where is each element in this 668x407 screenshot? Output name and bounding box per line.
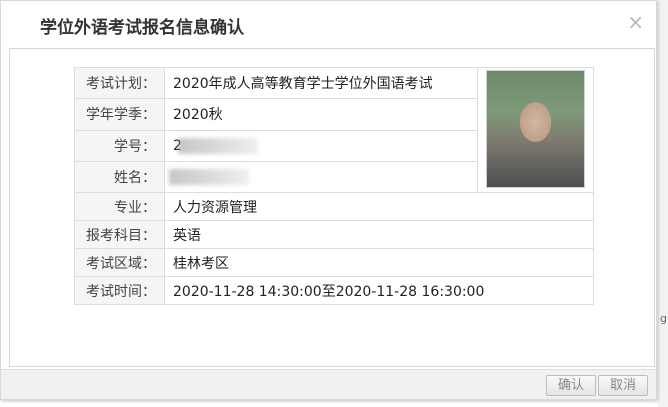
table-row: 考试时间： 2020-11-28 14:30:00至2020-11-28 16:… [74,276,594,305]
table-row: 考试区域： 桂林考区 [74,248,594,277]
exam-time-label: 考试时间： [74,276,165,305]
subject-value: 英语 [164,220,594,249]
content-frame: 考试计划： 2020年成人高等教育学士学位外国语考试 学年学季： 2020秋 学… [9,48,655,367]
background-page-edge: g [658,0,668,407]
student-id-cell: 2 [164,129,478,162]
close-icon[interactable]: × [627,12,644,32]
table-row: 专业： 人力资源管理 [74,192,594,221]
confirm-dialog: 学位外语考试报名信息确认 × 考试计划： 2020年成人高等教育学士学位外国语考… [0,0,657,400]
exam-time-value: 2020-11-28 14:30:00至2020-11-28 16:30:00 [164,276,594,305]
info-table: 考试计划： 2020年成人高等教育学士学位外国语考试 学年学季： 2020秋 学… [74,66,594,305]
dialog-title: 学位外语考试报名信息确认 [40,18,244,38]
dialog-footer: 确认 取消 [1,369,656,399]
table-row: 报考科目： 英语 [74,220,594,249]
exam-plan-label: 考试计划： [74,66,165,100]
redaction-blur [169,168,249,185]
name-label: 姓名： [74,160,165,194]
dialog-header: 学位外语考试报名信息确认 × [1,1,656,47]
major-value: 人力资源管理 [164,192,594,221]
term-label: 学年学季： [74,98,165,131]
confirm-button[interactable]: 确认 [546,375,596,396]
cancel-button[interactable]: 取消 [598,375,648,396]
edge-text: g [660,312,667,325]
student-photo [486,70,585,188]
name-cell [164,160,478,194]
subject-label: 报考科目： [74,220,165,249]
exam-area-value: 桂林考区 [164,248,594,277]
student-id-label: 学号： [74,129,165,162]
exam-area-label: 考试区域： [74,248,165,277]
exam-plan-value: 2020年成人高等教育学士学位外国语考试 [164,66,478,100]
term-value: 2020秋 [164,98,478,131]
photo-cell [477,67,594,193]
table-row: 考试计划： 2020年成人高等教育学士学位外国语考试 [74,66,594,193]
major-label: 专业： [74,192,165,221]
redaction-blur [177,137,258,154]
